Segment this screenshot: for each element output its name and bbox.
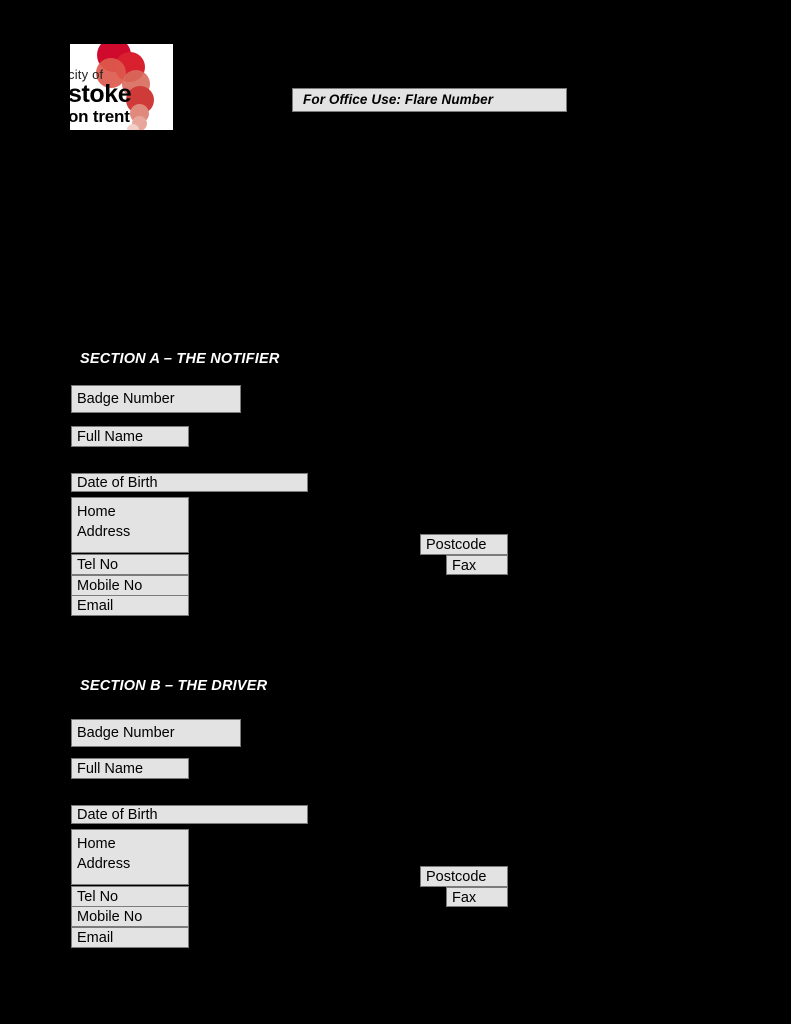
section-b-fax-field[interactable]: Fax [446, 887, 508, 907]
section-a-full-name-field[interactable]: Full Name [71, 426, 189, 447]
section-a-email-field[interactable]: Email [71, 595, 189, 616]
section-b-tel-no-field[interactable]: Tel No [71, 886, 189, 907]
section-a-mobile-no-field[interactable]: Mobile No [71, 575, 189, 596]
section-a-home-address-field[interactable]: Home Address [71, 497, 189, 553]
logo-wordmark: city of stoke on trent [70, 68, 132, 126]
section-b-email-field[interactable]: Email [71, 927, 189, 948]
section-b-title: SECTION B – THE DRIVER [80, 678, 268, 694]
section-a-postcode-field[interactable]: Postcode [420, 534, 508, 555]
section-a-badge-number-field[interactable]: Badge Number [71, 385, 241, 413]
city-of-stoke-on-trent-logo: city of stoke on trent [70, 44, 173, 130]
for-office-use-flare-number-field[interactable]: For Office Use: Flare Number [292, 88, 567, 112]
section-b-date-of-birth-field[interactable]: Date of Birth [71, 805, 308, 824]
section-b-full-name-field[interactable]: Full Name [71, 758, 189, 779]
section-a-title: SECTION A – THE NOTIFIER [80, 351, 280, 367]
logo-line-stoke: stoke [70, 80, 132, 108]
logo-line-on-trent: on trent [70, 107, 130, 126]
section-a-date-of-birth-field[interactable]: Date of Birth [71, 473, 308, 492]
section-a-tel-no-field[interactable]: Tel No [71, 554, 189, 575]
section-a-fax-field[interactable]: Fax [446, 555, 508, 575]
section-b-mobile-no-field[interactable]: Mobile No [71, 906, 189, 927]
section-b-postcode-field[interactable]: Postcode [420, 866, 508, 887]
section-b-badge-number-field[interactable]: Badge Number [71, 719, 241, 747]
section-b-home-address-field[interactable]: Home Address [71, 829, 189, 885]
